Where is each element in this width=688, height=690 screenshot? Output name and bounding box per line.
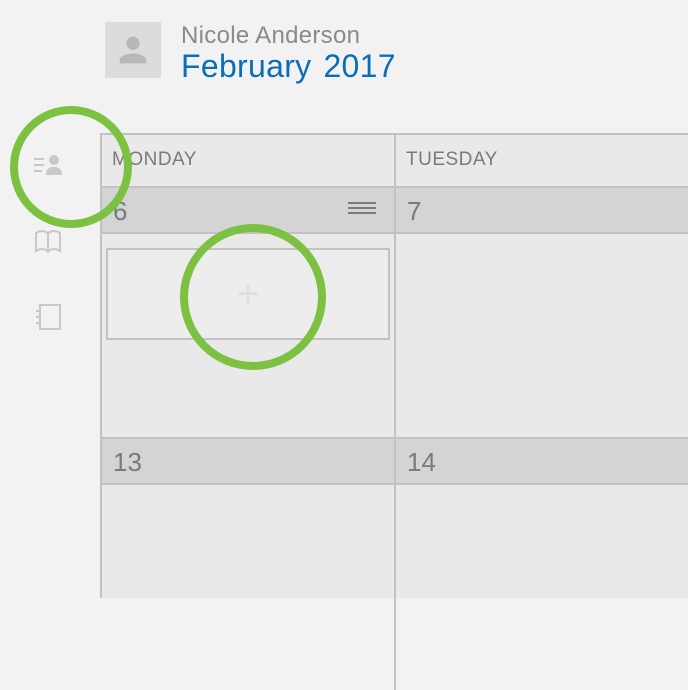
date-cell-monday-13[interactable]: 13	[102, 439, 394, 483]
notebook-icon	[32, 301, 64, 333]
year-label: 2017	[323, 48, 395, 84]
date-cell-monday-6[interactable]: 6	[102, 188, 394, 232]
calendar-header: Nicole Anderson February 2017	[105, 22, 396, 85]
sidebar-people-button[interactable]	[30, 147, 66, 183]
date-row-week2: 13 14	[102, 439, 688, 485]
sidebar	[30, 147, 66, 335]
day-headers-row: MONDAY TUESDAY	[102, 135, 688, 188]
sidebar-book-button[interactable]	[30, 223, 66, 259]
add-event-button[interactable]: +	[106, 248, 390, 340]
list-person-icon	[32, 149, 64, 181]
date-number: 13	[113, 447, 142, 477]
month-label: February	[181, 48, 311, 84]
date-cell-tuesday-7[interactable]: 7	[394, 188, 688, 232]
content-row-week1: +	[102, 234, 688, 439]
user-name: Nicole Anderson	[181, 22, 396, 50]
date-row-week1: 6 7	[102, 188, 688, 234]
person-icon	[113, 30, 153, 70]
book-icon	[32, 225, 64, 257]
sidebar-notes-button[interactable]	[30, 299, 66, 335]
plus-icon: +	[236, 274, 259, 314]
content-row-week2	[102, 485, 688, 690]
user-avatar[interactable]	[105, 22, 161, 78]
content-cell-monday-6[interactable]: +	[102, 234, 394, 437]
date-number: 14	[407, 447, 436, 477]
content-cell-tuesday-14[interactable]	[394, 485, 688, 690]
calendar-grid: MONDAY TUESDAY 6 7 + 13 14	[100, 133, 688, 598]
day-header-tuesday: TUESDAY	[394, 135, 688, 186]
date-number: 7	[407, 196, 421, 226]
header-text: Nicole Anderson February 2017	[181, 22, 396, 85]
day-header-monday: MONDAY	[102, 135, 394, 186]
drag-handle-icon[interactable]	[348, 202, 376, 214]
month-year[interactable]: February 2017	[181, 48, 396, 85]
date-number: 6	[113, 196, 127, 226]
content-cell-monday-13[interactable]	[102, 485, 394, 690]
content-cell-tuesday-7[interactable]	[394, 234, 688, 437]
date-cell-tuesday-14[interactable]: 14	[394, 439, 688, 483]
